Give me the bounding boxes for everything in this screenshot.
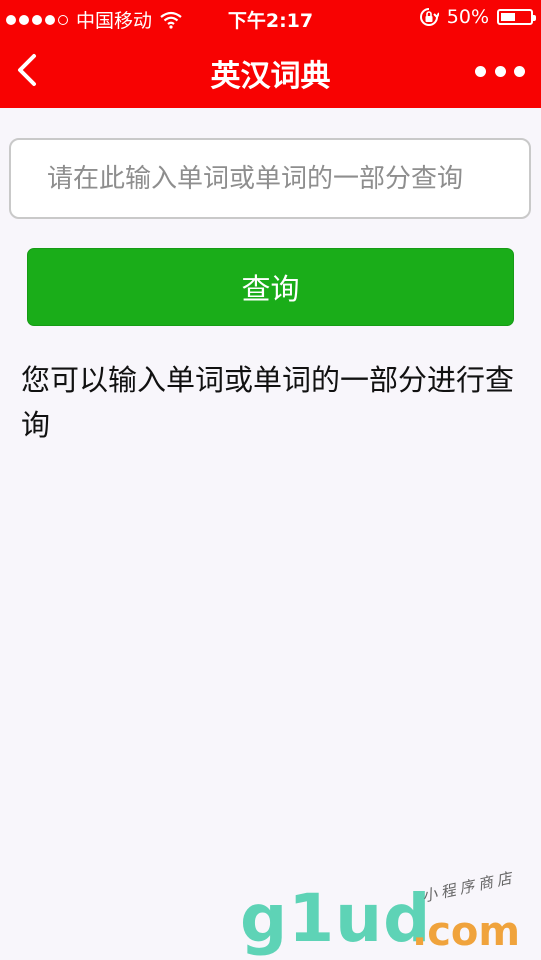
navigation-bar: 英汉词典 [0,34,541,108]
top-bar: 中国移动 下午2:17 50% 英汉词典 [0,0,541,108]
battery-percent: 50% [446,6,489,28]
rotation-lock-icon [419,8,439,26]
battery-fill [501,13,515,21]
query-button[interactable]: 查询 [27,248,514,326]
more-dots-icon[interactable] [475,58,525,84]
watermark: g1ud 小程序商店 .com [240,868,540,957]
hint-text: 您可以输入单词或单词的一部分进行查询 [21,363,515,442]
battery-icon [497,9,536,25]
watermark-logo: g1ud [240,880,432,957]
watermark-tagline: 小程序商店 [420,868,518,906]
search-input[interactable] [9,138,531,219]
watermark-domain: .com [412,909,521,955]
status-bar: 中国移动 下午2:17 50% [0,0,541,34]
page-title: 英汉词典 [210,59,331,94]
status-right: 50% [419,6,536,28]
